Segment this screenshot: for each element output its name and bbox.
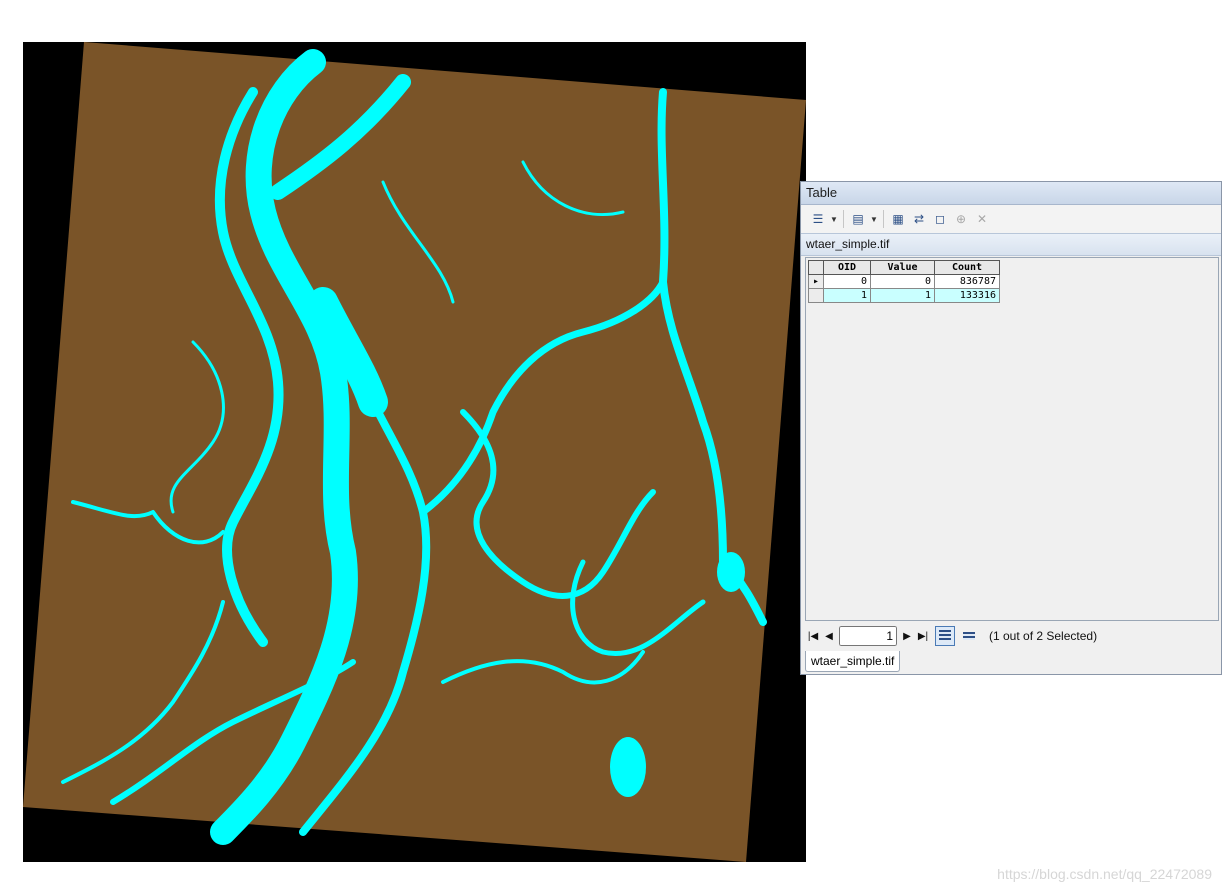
table-toolbar: ☰ ▼ ▤ ▼ ▦ ⇄ ◻ ⊕ ✕ (801, 205, 1221, 233)
selection-status: (1 out of 2 Selected) (989, 629, 1098, 643)
cell-value[interactable]: 0 (870, 274, 935, 289)
table-row[interactable]: ▸ 0 0 836787 (808, 274, 1000, 289)
chevron-down-icon[interactable]: ▼ (870, 210, 878, 228)
column-header-count[interactable]: Count (934, 260, 1000, 275)
table-options-icon[interactable]: ☰ (809, 210, 827, 228)
show-all-records-button[interactable] (935, 626, 955, 646)
clear-selection-icon[interactable]: ◻ (931, 210, 949, 228)
cell-count[interactable]: 836787 (934, 274, 1000, 289)
lake (610, 737, 646, 797)
zoom-selected-icon[interactable]: ⊕ (952, 210, 970, 228)
cell-oid[interactable]: 1 (823, 288, 871, 303)
select-by-attributes-icon[interactable]: ▦ (889, 210, 907, 228)
list-icon (939, 630, 951, 642)
show-selected-records-button[interactable] (959, 626, 979, 646)
switch-selection-icon[interactable]: ⇄ (910, 210, 928, 228)
cell-oid[interactable]: 0 (823, 274, 871, 289)
cell-count[interactable]: 133316 (934, 288, 1000, 303)
toolbar-separator (883, 210, 884, 228)
record-navigator: |◀ ◀ ▶ ▶| (1 out of 2 Selected) (805, 623, 1219, 649)
table-row-selected[interactable]: 1 1 133316 (808, 288, 1000, 303)
column-header-value[interactable]: Value (870, 260, 935, 275)
delete-selected-icon[interactable]: ✕ (973, 210, 991, 228)
row-selector-header[interactable] (808, 260, 824, 275)
attribute-table: OID Value Count ▸ 0 0 836787 1 1 133316 (808, 260, 1000, 303)
column-header-oid[interactable]: OID (823, 260, 871, 275)
next-record-icon[interactable]: ▶ (899, 631, 915, 642)
attribute-table-window[interactable]: Table ☰ ▼ ▤ ▼ ▦ ⇄ ◻ ⊕ ✕ wtaer_simple.tif… (800, 181, 1222, 675)
toolbar-separator (843, 210, 844, 228)
cell-value[interactable]: 1 (870, 288, 935, 303)
raster-extent (23, 42, 806, 862)
current-row-marker-icon[interactable]: ▸ (808, 274, 824, 289)
layer-name-header: wtaer_simple.tif (801, 233, 1221, 256)
raster-map-view[interactable] (23, 42, 806, 862)
row-selector[interactable] (808, 288, 824, 303)
chevron-down-icon[interactable]: ▼ (830, 210, 838, 228)
related-tables-icon[interactable]: ▤ (849, 210, 867, 228)
last-record-icon[interactable]: ▶| (915, 631, 931, 642)
list-icon (963, 632, 975, 640)
tab-layer[interactable]: wtaer_simple.tif (805, 651, 901, 672)
first-record-icon[interactable]: |◀ (805, 631, 821, 642)
table-grid[interactable]: OID Value Count ▸ 0 0 836787 1 1 133316 (805, 257, 1219, 621)
current-record-input[interactable] (839, 626, 897, 646)
window-title: Table (801, 182, 1221, 205)
previous-record-icon[interactable]: ◀ (821, 631, 837, 642)
watermark: https://blog.csdn.net/qq_22472089 (997, 866, 1212, 882)
water-classification-raster (23, 42, 806, 862)
